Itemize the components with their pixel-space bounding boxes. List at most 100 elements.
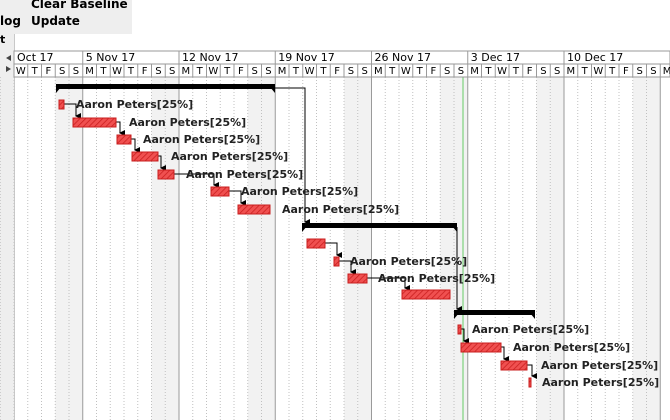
dependency-link	[116, 121, 125, 136]
task-bar[interactable]	[116, 134, 132, 145]
day-letter: T	[99, 66, 107, 77]
day-letter: S	[169, 66, 175, 77]
task-bar[interactable]	[237, 204, 271, 215]
week-label: 26 Nov 17	[375, 51, 431, 64]
day-letter: S	[540, 66, 546, 77]
day-letter: M	[85, 66, 94, 77]
weekend-column	[261, 77, 276, 420]
dependency-link	[325, 242, 342, 258]
day-letter: W	[305, 66, 315, 77]
dependency-link	[131, 138, 140, 153]
day-letter: T	[196, 66, 204, 77]
task-bar[interactable]	[58, 99, 65, 110]
week-label: 12 Nov 17	[182, 51, 238, 64]
summary-bar[interactable]	[454, 310, 535, 315]
scroll-left-icon[interactable]	[6, 55, 11, 61]
weekend-column	[454, 77, 468, 420]
day-letter: S	[554, 66, 560, 77]
task-bar[interactable]	[460, 342, 502, 353]
task-bar[interactable]	[347, 273, 368, 284]
day-letter: F	[430, 66, 436, 77]
day-letter: F	[238, 66, 244, 77]
day-letter: W	[401, 66, 411, 77]
day-letter: T	[223, 66, 231, 77]
task-resource-label: Aaron Peters[25%]	[541, 359, 658, 372]
summary-bar[interactable]	[302, 223, 457, 228]
task-bar[interactable]	[333, 256, 340, 267]
task-resource-label: Aaron Peters[25%]	[378, 272, 495, 285]
day-letter: F	[142, 66, 148, 77]
task-bar[interactable]	[500, 360, 528, 371]
task-resource-label: Aaron Peters[25%]	[171, 150, 288, 163]
week-label: 19 Nov 17	[278, 51, 334, 64]
task-resource-label: Aaron Peters[25%]	[513, 341, 630, 354]
day-letter: W	[112, 66, 122, 77]
day-letter: T	[608, 66, 616, 77]
day-letter: S	[458, 66, 464, 77]
day-letter: M	[470, 66, 479, 77]
summary-bar[interactable]	[56, 84, 275, 89]
day-letter: T	[292, 66, 300, 77]
day-letter: F	[45, 66, 51, 77]
week-label: 10 Dec 17	[567, 51, 623, 64]
task-resource-label: Aaron Peters[25%]	[282, 203, 399, 216]
day-letter: M	[182, 66, 191, 77]
summary-bar-cap	[530, 313, 535, 319]
day-letter: M	[374, 66, 383, 77]
weekend-column	[440, 77, 454, 420]
week-label: 5 Nov 17	[86, 51, 135, 64]
day-letter: S	[73, 66, 79, 77]
day-letter: F	[527, 66, 533, 77]
day-letter: W	[497, 66, 507, 77]
task-bar[interactable]	[131, 151, 159, 162]
task-resource-label: Aaron Peters[25%]	[76, 98, 193, 111]
task-bar[interactable]	[528, 377, 532, 388]
day-letter: S	[636, 66, 642, 77]
task-bar[interactable]	[210, 186, 230, 197]
scroll-right-icon[interactable]	[6, 66, 11, 72]
task-resource-label: Aaron Peters[25%]	[241, 185, 358, 198]
task-resource-label: Aaron Peters[25%]	[350, 255, 467, 268]
task-bar[interactable]	[457, 324, 462, 335]
summary-bar-cap	[302, 226, 307, 232]
day-letter: S	[265, 66, 271, 77]
task-bar[interactable]	[401, 289, 451, 300]
task-bar[interactable]	[72, 117, 117, 128]
day-letter: T	[127, 66, 135, 77]
day-letter: M	[663, 66, 670, 77]
day-letter: T	[484, 66, 492, 77]
weekend-column	[357, 77, 372, 420]
day-letter: M	[278, 66, 287, 77]
task-resource-label: Aaron Peters[25%]	[143, 133, 260, 146]
day-letter: T	[581, 66, 589, 77]
weekend-column	[69, 77, 83, 420]
gantt-chart: Oct 17 5 Nov 17 12 Nov 17 19 Nov 17 26 Nov 1…	[0, 50, 670, 420]
day-letter: S	[361, 66, 367, 77]
dependency-link	[229, 190, 246, 206]
day-letter: T	[512, 66, 520, 77]
task-resource-label: Aaron Peters[25%]	[186, 168, 303, 181]
task-resource-label: Aaron Peters[25%]	[542, 376, 659, 389]
task-bar[interactable]	[306, 238, 326, 249]
week-label: 3 Dec 17	[471, 51, 520, 64]
weekend-column	[247, 77, 262, 420]
day-letter: W	[208, 66, 218, 77]
day-letter: S	[59, 66, 65, 77]
day-letter: F	[623, 66, 629, 77]
task-resource-label: Aaron Peters[25%]	[472, 323, 589, 336]
day-letter: S	[155, 66, 161, 77]
week-label: Oct 17	[17, 51, 54, 64]
day-letter: W	[593, 66, 603, 77]
day-letter: T	[319, 66, 327, 77]
day-letter: T	[388, 66, 396, 77]
day-letter: F	[334, 66, 340, 77]
day-letter: W	[16, 66, 26, 77]
day-letter: S	[251, 66, 257, 77]
day-letter: S	[348, 66, 354, 77]
day-letter: M	[567, 66, 576, 77]
day-letter: S	[650, 66, 656, 77]
day-letter: T	[31, 66, 39, 77]
task-resource-label: Aaron Peters[25%]	[129, 116, 246, 129]
task-bar[interactable]	[157, 169, 175, 180]
day-letter: S	[444, 66, 450, 77]
